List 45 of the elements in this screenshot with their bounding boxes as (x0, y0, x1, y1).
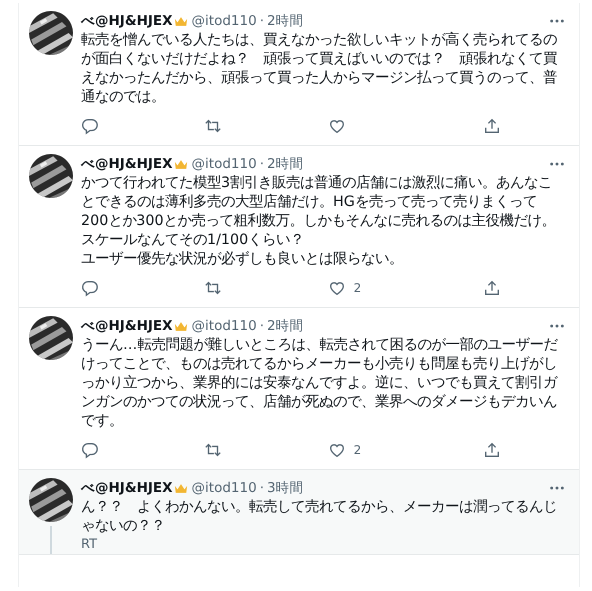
crown-icon (174, 320, 188, 332)
reply-icon[interactable] (81, 441, 99, 459)
heart-icon[interactable] (328, 279, 346, 297)
retweet-icon[interactable] (204, 117, 222, 135)
tweet-text: うーん…転売問題が難しいところは、転売されて困るのが一部のユーザーだけってことで、ものは売れてるからメーカーも小売りも問屋も売り上げがしっかり立つから、業界的には安泰なんですよ。逆に、いつでも買えて割引ガンガンのかつての状況って、店舗が死ぬので、業界へのダメージもデカいんです。 (81, 336, 559, 431)
timestamp[interactable]: 2時間 (266, 155, 304, 173)
separator-dot: · (260, 13, 264, 29)
display-name[interactable]: べ@HJ&HJEX (81, 155, 173, 173)
user-handle[interactable]: @itod110 (192, 318, 257, 334)
tweet-text: かつて行われてた模型3割引き販売は普通の店舗には激烈に痛い。あんなことできるのは薄利多売の大型店舗だけ。HGを売って売って売りまくって200とか300とか売って粗利数万。しかもそんなに売れるのは主役機だけ。 (81, 174, 557, 231)
heart-icon[interactable] (328, 441, 346, 459)
share-icon[interactable] (482, 279, 501, 297)
more-icon[interactable] (549, 161, 565, 167)
more-icon[interactable] (549, 18, 565, 24)
retweet-icon[interactable] (204, 279, 222, 297)
more-icon[interactable] (549, 485, 565, 491)
user-handle[interactable]: @itod110 (192, 13, 257, 29)
separator-dot: · (260, 156, 264, 172)
share-icon[interactable] (482, 441, 501, 459)
timestamp[interactable]: 2時間 (266, 317, 304, 335)
crown-icon (174, 16, 188, 26)
separator-dot: · (260, 318, 264, 334)
user-handle[interactable]: @itod110 (192, 156, 257, 172)
crown-icon (174, 482, 188, 494)
heart-icon[interactable] (328, 117, 346, 135)
more-icon[interactable] (549, 323, 565, 329)
tweet-text: 転売を憎んでいる人たちは、買えなかった欲しいキットが高く売られてるのが面白くないだけだよね？ 頑張って買えばいいのでは？ 頑張れなくて買えなかったんだから、頑張って買った人からマージン払って買うのって、普通なのでは。 (81, 31, 558, 107)
display-name[interactable]: べ@HJ&HJEX (81, 12, 173, 30)
tweet-text: RT (81, 536, 98, 554)
share-icon[interactable] (482, 117, 501, 135)
tweet-text: ユーザー優先な状況が必ずしも良いとは限らない。 (81, 250, 404, 269)
user-handle[interactable]: @itod110 (192, 480, 257, 496)
timestamp[interactable]: 3時間 (266, 479, 304, 497)
reply-icon[interactable] (81, 117, 99, 135)
display-name[interactable]: べ@HJ&HJEX (81, 479, 173, 497)
like-count: 2 (354, 443, 362, 457)
like-count: 2 (354, 281, 362, 295)
crown-icon (174, 158, 188, 170)
display-name[interactable]: べ@HJ&HJEX (81, 317, 173, 335)
tweet-text: スケールなんてその1/100くらい？ (81, 231, 306, 250)
tweet-text: ん？？ よくわかんない。転売して売れてるから、メーカーは潤ってるんじゃないの？？ (81, 498, 558, 536)
timestamp[interactable]: 2時間 (266, 12, 304, 30)
retweet-icon[interactable] (204, 441, 222, 459)
separator-dot: · (260, 480, 264, 496)
reply-icon[interactable] (81, 279, 99, 297)
